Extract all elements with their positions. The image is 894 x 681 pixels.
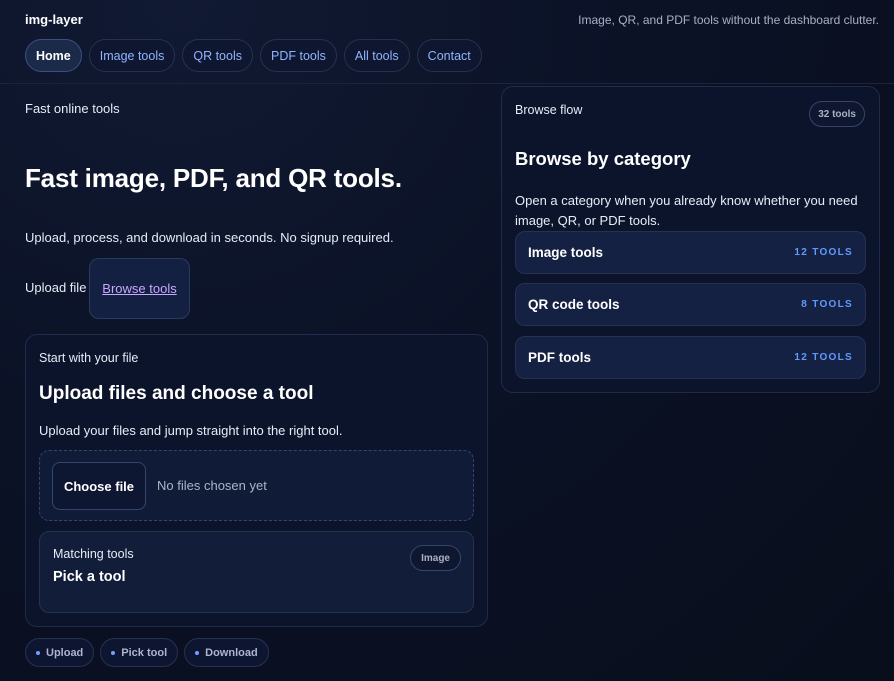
category-label: PDF tools [528,350,591,365]
hero-eyebrow: Fast online tools [25,101,120,116]
main-nav: Home Image tools QR tools PDF tools All … [25,39,482,72]
file-status-text: No files chosen yet [157,478,267,493]
category-count: 12 tools [794,247,853,258]
browse-panel-eyebrow: Browse flow [515,103,583,117]
nav-contact[interactable]: Contact [416,39,482,72]
upload-card-subtitle: Upload your files and jump straight into… [39,423,343,438]
browse-tools-button[interactable]: Browse tools [89,258,190,319]
category-label: Image tools [528,245,604,260]
browse-panel-description: Open a category when you already know wh… [515,193,858,228]
choose-file-button[interactable]: Choose file [52,462,146,510]
category-qr-code-tools[interactable]: QR code tools 8 tools [515,283,866,326]
browse-tools-link[interactable]: Browse tools [102,281,176,296]
tool-count-badge: 32 tools [809,101,865,127]
bullet-dot-icon [36,650,40,655]
matching-tools-title: Pick a tool [53,569,126,585]
step-label: Download [205,646,258,659]
bullet-dot-icon [111,650,116,655]
step-label: Upload [46,646,84,659]
nav-all-tools[interactable]: All tools [343,39,410,72]
header-divider [0,83,894,84]
category-image-tools[interactable]: Image tools 12 tools [515,231,866,274]
hero-subtitle: Upload, process, and download in seconds… [25,230,394,245]
brand-logo[interactable]: img-layer [25,12,83,27]
category-pdf-tools[interactable]: PDF tools 12 tools [515,336,866,379]
hero-title: Fast image, PDF, and QR tools. [25,163,402,193]
process-steps: Upload Pick tool Download [25,638,269,667]
nav-qr-tools[interactable]: QR tools [182,39,253,72]
nav-home[interactable]: Home [25,39,82,72]
step-download: Download [184,638,269,667]
upload-card-eyebrow: Start with your file [39,351,139,365]
upload-file-label: Upload file [25,280,87,295]
bullet-dot-icon [195,650,200,655]
step-pick-tool: Pick tool [100,638,179,667]
browse-panel-title: Browse by category [515,148,691,169]
file-dropzone[interactable]: Choose file No files chosen yet [39,450,474,521]
matching-tools-eyebrow: Matching tools [53,547,134,561]
matching-tools-card: Matching tools Pick a tool Image [39,531,474,613]
browse-panel: Browse flow 32 tools Browse by category … [501,86,880,393]
upload-card: Start with your file Upload files and ch… [25,334,488,627]
nav-pdf-tools[interactable]: PDF tools [260,39,337,72]
file-type-badge: Image [410,545,461,571]
nav-image-tools[interactable]: Image tools [88,39,176,72]
category-label: QR code tools [528,297,620,312]
category-count: 12 tools [794,352,853,363]
step-label: Pick tool [121,646,168,659]
header-tagline: Image, QR, and PDF tools without the das… [578,13,879,27]
step-upload: Upload [25,638,95,667]
upload-card-title: Upload files and choose a tool [39,383,314,404]
category-count: 8 tools [801,299,853,310]
